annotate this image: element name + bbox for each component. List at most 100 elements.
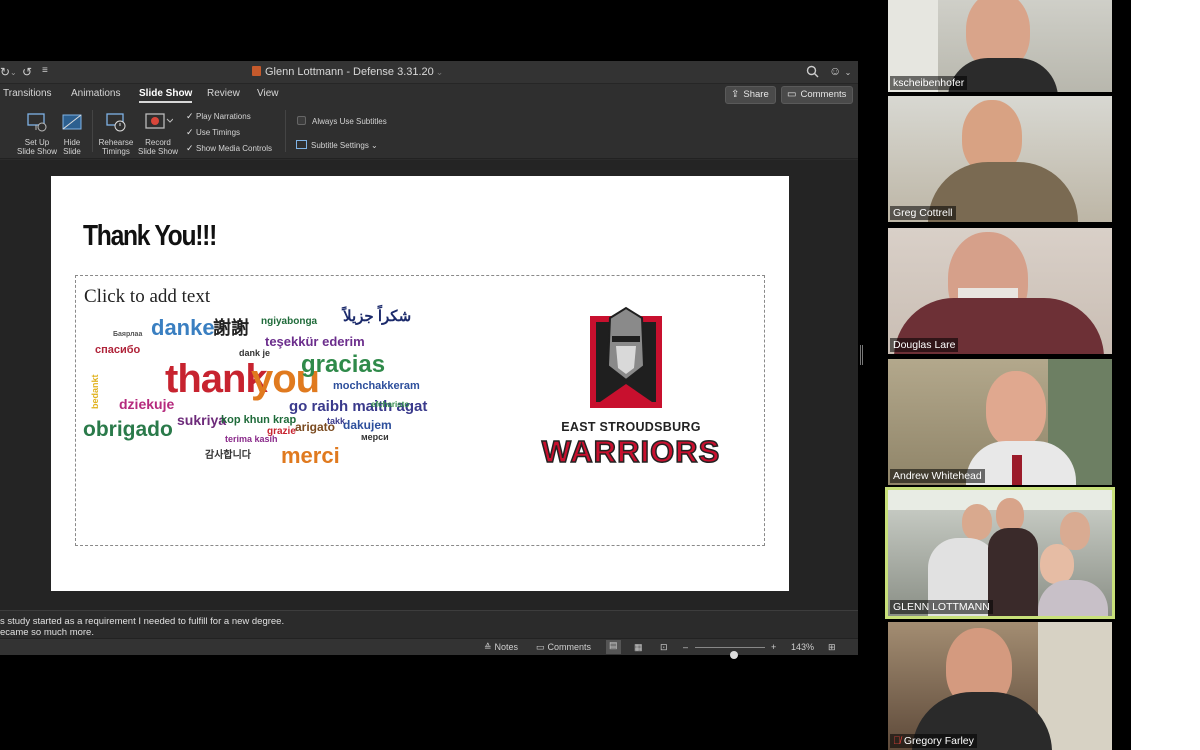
checkmark-icon: ✓ (186, 127, 194, 137)
checkmark-icon: ✓ (186, 111, 194, 121)
slide-title[interactable]: Thank You!!! (83, 220, 217, 253)
participant-tile[interactable]: kscheibenhofer (888, 0, 1112, 92)
wordcloud-word: bedankt (90, 374, 100, 409)
always-use-subtitles-checkbox[interactable]: Always Use Subtitles (297, 116, 387, 126)
redo-dropdown-icon[interactable]: ⌄ (10, 68, 17, 77)
record-slide-show-button[interactable]: Record Slide Show (136, 111, 180, 156)
checkbox-empty-icon (297, 116, 306, 125)
wordcloud-word: mochchakkeram (333, 380, 420, 392)
show-media-controls-checkbox[interactable]: ✓ Show Media Controls (186, 143, 272, 154)
powerpoint-file-icon (252, 66, 261, 76)
customize-toolbar-icon[interactable]: ≡ (42, 65, 48, 76)
comment-icon: ▭ (536, 642, 545, 652)
wordcloud-word: danke (151, 315, 215, 340)
participant-name: Douglas Lare (890, 338, 959, 352)
tab-transitions[interactable]: Transitions (3, 88, 52, 99)
fit-to-window-icon[interactable]: ⊞ (828, 642, 836, 653)
share-button[interactable]: ⇪ Share (725, 86, 776, 104)
wordcloud-word: мерси (361, 432, 389, 442)
powerpoint-window: ↻ ⌄ ↺ ≡ Glenn Lottmann - Defense 3.31.20… (0, 61, 858, 659)
participant-video (986, 371, 1046, 447)
chevron-down-icon: ⌄ (371, 141, 378, 150)
zoom-slider[interactable] (695, 647, 765, 659)
redo-icon[interactable]: ↻ (0, 65, 10, 79)
wordcloud-word: efcharisto (371, 400, 410, 409)
logo-text-warriors: WARRIORS (541, 433, 721, 470)
east-stroudsburg-warriors-logo: EAST STROUDSBURG WARRIORS (456, 306, 766, 484)
status-bar: ≙ Notes ▭ Comments ▤ ▦ ⊡ – + 143% ⊞ (0, 638, 858, 659)
participant-name: kscheibenhofer (890, 76, 968, 90)
wordcloud-word: Баярлаа (113, 331, 143, 338)
participant-tile[interactable]: Greg Cottrell (888, 96, 1112, 222)
wordcloud-word: takk (327, 416, 346, 426)
slide-canvas[interactable]: Thank You!!! Click to add text danke 謝謝 … (51, 176, 789, 591)
subtitle-settings-dropdown[interactable]: Subtitle Settings ⌄ (296, 140, 378, 150)
feedback-smiley-icon[interactable]: ☺ ⌄ (829, 64, 855, 80)
comments-button[interactable]: ▭ Comments (781, 86, 854, 104)
microphone-muted-icon: 🎙̸ (893, 735, 901, 747)
share-icon: ⇪ (731, 89, 740, 100)
zoom-slider-knob[interactable] (729, 651, 738, 659)
wordcloud-word: teşekkür ederim (265, 334, 365, 349)
setup-slideshow-icon (27, 113, 47, 132)
wordcloud-word: dziekuje (119, 396, 175, 412)
content-placeholder[interactable]: Click to add text danke 謝謝 ngiyabonga شك… (75, 275, 765, 546)
participant-tile[interactable]: Andrew Whitehead (888, 359, 1112, 485)
comment-icon: ▭ (787, 89, 797, 100)
tab-animations[interactable]: Animations (71, 88, 120, 99)
participant-name: GLENN LOTTMANN (890, 600, 993, 614)
screen: ↻ ⌄ ↺ ≡ Glenn Lottmann - Defense 3.31.20… (0, 0, 1200, 750)
notes-pane[interactable]: s study started as a requirement I neede… (0, 610, 858, 638)
wordcloud-word: ngiyabonga (261, 316, 318, 327)
zoom-out-button[interactable]: – (683, 642, 688, 652)
notes-toggle-button[interactable]: ≙ Notes (484, 642, 518, 653)
warrior-helmet-emblem (590, 306, 662, 408)
thank-you-wordcloud-image: danke 謝謝 ngiyabonga شكراً جزيلاً спасибо… (81, 308, 427, 479)
wordcloud-word: gracias (301, 351, 386, 378)
use-timings-checkbox[interactable]: ✓ Use Timings (186, 127, 240, 138)
participant-tile-active-speaker[interactable]: GLENN LOTTMANN (885, 487, 1115, 619)
zoom-level[interactable]: 143% (791, 642, 814, 652)
wordcloud-word: sukriya (177, 412, 227, 428)
participant-name: Greg Cottrell (890, 206, 956, 220)
participant-name: Andrew Whitehead (890, 469, 985, 483)
wordcloud-word: obrigado (83, 418, 173, 441)
participant-tile[interactable]: Douglas Lare (888, 228, 1112, 354)
chevron-down-icon[interactable]: ⌄ (436, 67, 444, 77)
wordcloud-word: 謝謝 (213, 318, 249, 338)
ribbon-toolbar: Set Up Slide Show Hide Slide Rehearse Ti… (0, 104, 858, 159)
tab-review[interactable]: Review (207, 88, 240, 99)
wordcloud-word: спасибо (95, 344, 141, 356)
title-bar: ↻ ⌄ ↺ ≡ Glenn Lottmann - Defense 3.31.20… (0, 61, 858, 84)
wordcloud-word: 감사합니다 (205, 450, 251, 461)
zoom-in-button[interactable]: + (771, 642, 776, 652)
wordcloud-word: terima kasih (225, 434, 278, 444)
notes-line: s study started as a requirement I neede… (0, 616, 285, 627)
participant-video (962, 504, 992, 540)
hide-slide-icon (62, 114, 82, 130)
hide-slide-button[interactable]: Hide Slide (58, 111, 86, 156)
normal-view-button[interactable]: ▤ (606, 640, 621, 654)
comments-toggle-button[interactable]: ▭ Comments (536, 642, 591, 653)
participant-tile[interactable]: 🎙̸ Gregory Farley (888, 622, 1112, 750)
wordcloud-word: kop khun krap (221, 414, 297, 426)
search-icon[interactable] (806, 65, 819, 78)
tab-view[interactable]: View (257, 88, 279, 99)
set-up-slide-show-button[interactable]: Set Up Slide Show (14, 111, 60, 156)
play-narrations-checkbox[interactable]: ✓ Play Narrations (186, 111, 251, 122)
wordcloud-word: شكراً جزيلاً (343, 308, 412, 325)
slide-editor: Thank You!!! Click to add text danke 謝謝 … (0, 160, 858, 610)
rehearse-timings-button[interactable]: Rehearse Timings (96, 111, 136, 156)
record-icon (145, 113, 174, 129)
slide-sorter-button[interactable]: ▦ (634, 642, 643, 653)
repeat-icon[interactable]: ↺ (22, 65, 32, 79)
resize-handle[interactable] (860, 345, 863, 365)
slideshow-view-button[interactable]: ⊡ (660, 642, 668, 653)
wordcloud-word: merci (281, 443, 340, 468)
notes-line: ecame so much more. (0, 627, 94, 638)
placeholder-text[interactable]: Click to add text (84, 286, 210, 308)
tab-slide-show[interactable]: Slide Show (139, 88, 193, 103)
ribbon-separator (92, 110, 93, 152)
logo-text-east-stroudsburg: EAST STROUDSBURG (561, 420, 701, 434)
checkmark-icon: ✓ (186, 143, 194, 153)
